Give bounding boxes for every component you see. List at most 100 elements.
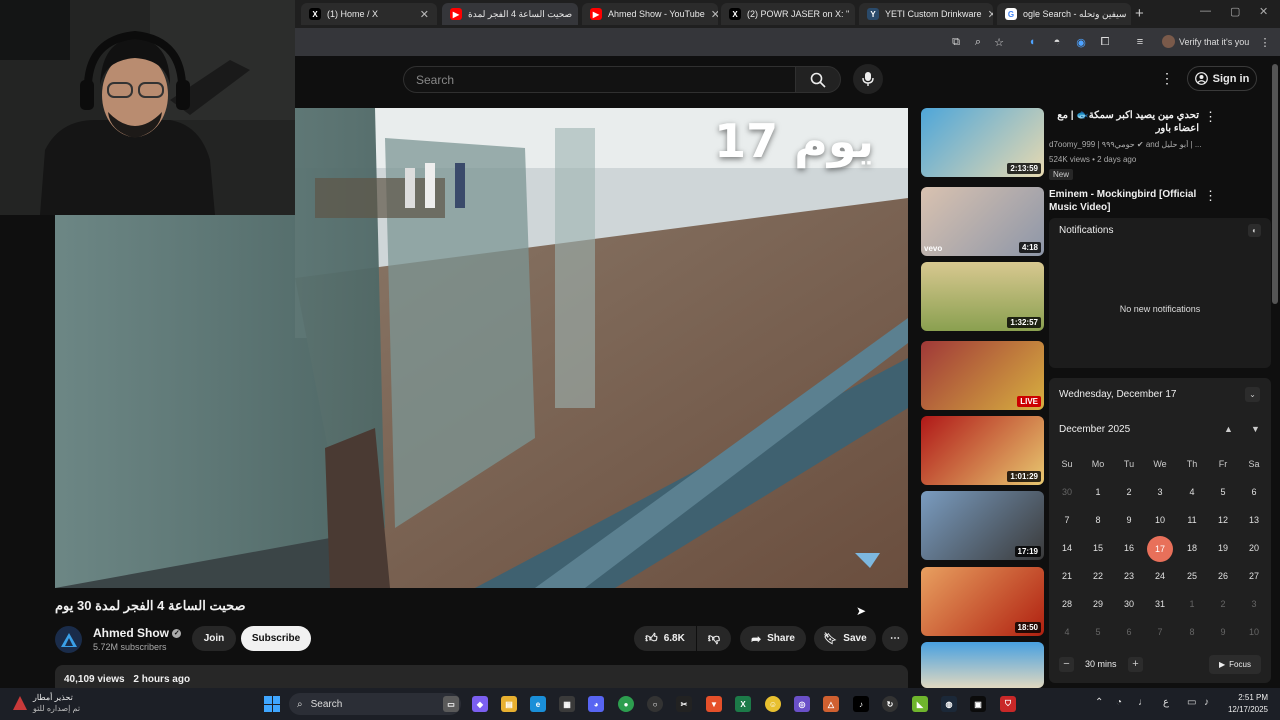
- calendar-day[interactable]: 13: [1240, 515, 1268, 525]
- page-scrollbar[interactable]: [1272, 64, 1278, 304]
- like-button[interactable]: 👍︎ 6.8K: [634, 626, 696, 651]
- calendar-day[interactable]: 10: [1146, 515, 1174, 525]
- profile-verify-label[interactable]: Verify that it's you: [1179, 37, 1249, 47]
- minimize-icon[interactable]: —: [1200, 5, 1211, 17]
- tray-app-icon[interactable]: ◔: [1116, 697, 1122, 708]
- profile-avatar[interactable]: [1162, 35, 1175, 48]
- microphone-icon[interactable]: ♩: [1138, 697, 1148, 708]
- increase-focus-button[interactable]: +: [1128, 657, 1143, 672]
- extension-icon[interactable]: ◖: [1024, 34, 1040, 50]
- excel-icon[interactable]: X: [735, 696, 751, 712]
- calendar-day[interactable]: 27: [1240, 571, 1268, 581]
- file-explorer-icon[interactable]: ▤: [501, 696, 517, 712]
- zoom-icon[interactable]: ⌕: [970, 34, 986, 50]
- calendar-day[interactable]: 10: [1240, 627, 1268, 637]
- calendar-day[interactable]: 11: [1178, 515, 1206, 525]
- calendar-day[interactable]: 26: [1209, 571, 1237, 581]
- steam-icon[interactable]: ◍: [941, 696, 957, 712]
- calendar-day[interactable]: 9: [1209, 627, 1237, 637]
- calendar-day[interactable]: 24: [1146, 571, 1174, 581]
- close-tab-icon[interactable]: ✕: [572, 8, 578, 21]
- taskbar-time[interactable]: 2:51 PM: [1222, 693, 1268, 702]
- calendar-day[interactable]: 19: [1209, 543, 1237, 553]
- calendar-day[interactable]: 3: [1240, 599, 1268, 609]
- show-hidden-icons-icon[interactable]: ⌃: [1095, 697, 1103, 708]
- microsoft-store-icon[interactable]: ▦: [559, 696, 575, 712]
- epic-games-icon[interactable]: ▣: [970, 696, 986, 712]
- copilot-icon[interactable]: ◆: [472, 696, 488, 712]
- next-month-icon[interactable]: ▼: [1251, 424, 1260, 434]
- calendar-day[interactable]: 15: [1084, 543, 1112, 553]
- focus-button[interactable]: ▶ Focus: [1209, 655, 1261, 674]
- calendar-day[interactable]: 20: [1240, 543, 1268, 553]
- rec-thumbnail[interactable]: vevo 4:18: [921, 187, 1044, 256]
- tab-yeti[interactable]: Y YETI Custom Drinkware ✕: [859, 3, 993, 25]
- rec-thumbnail[interactable]: 1:01:29: [921, 416, 1044, 485]
- taskbar-search-box[interactable]: ⌕ Search: [289, 693, 461, 715]
- settings-menu-icon[interactable]: ⋮: [1160, 70, 1174, 87]
- tab-google-search[interactable]: G ogle Search - سيفين وتحله ✕: [997, 3, 1131, 25]
- volume-icon[interactable]: ♪: [1204, 697, 1209, 708]
- network-icon[interactable]: ▭: [1187, 697, 1196, 708]
- vlc-icon[interactable]: △: [823, 696, 839, 712]
- weather-warning-icon[interactable]: [13, 696, 27, 710]
- previous-month-icon[interactable]: ▲: [1224, 424, 1233, 434]
- calendar-day[interactable]: 22: [1084, 571, 1112, 581]
- search-input[interactable]: Search: [403, 66, 795, 93]
- media-control-icon[interactable]: ≡: [1132, 34, 1148, 50]
- close-tab-icon[interactable]: ✕: [414, 8, 429, 21]
- close-tab-icon[interactable]: ✕: [705, 8, 718, 21]
- rec-menu-icon[interactable]: ⋮: [1204, 109, 1217, 125]
- search-button[interactable]: [795, 66, 841, 93]
- subscribe-button[interactable]: Subscribe: [241, 626, 311, 651]
- shield-app-icon[interactable]: ⛉: [1000, 696, 1016, 712]
- close-tab-icon[interactable]: ✕: [849, 8, 855, 21]
- extension-icon[interactable]: ◉: [1073, 34, 1089, 50]
- obs-icon[interactable]: ○: [647, 696, 663, 712]
- voice-search-button[interactable]: [853, 64, 883, 94]
- share-button[interactable]: ➦ Share: [740, 626, 806, 651]
- close-tab-icon[interactable]: ✕: [982, 8, 993, 21]
- rec-title[interactable]: تحدي مين يصيد اكبر سمكة🐟 | مع اعضاء باور: [1049, 109, 1199, 135]
- collapse-chevron-icon[interactable]: ⌄: [1245, 387, 1260, 402]
- chrome-icon[interactable]: ●: [618, 696, 634, 712]
- start-button-windows-icon[interactable]: [264, 696, 280, 712]
- tab-x-home[interactable]: X (1) Home / X ✕: [301, 3, 437, 25]
- discord-icon[interactable]: ◕: [588, 696, 604, 712]
- join-button[interactable]: Join: [192, 626, 236, 651]
- channel-name[interactable]: Ahmed Show ✓: [93, 626, 182, 640]
- calendar-day[interactable]: 8: [1178, 627, 1206, 637]
- keyboard-language-indicator[interactable]: ع: [1163, 697, 1169, 708]
- calendar-day[interactable]: 2: [1209, 599, 1237, 609]
- extensions-puzzle-icon[interactable]: ⧠: [1097, 34, 1113, 50]
- streaming-app-icon[interactable]: ◎: [794, 696, 810, 712]
- nvidia-icon[interactable]: ◣: [912, 696, 928, 712]
- calendar-day[interactable]: 7: [1146, 627, 1174, 637]
- calendar-day[interactable]: 14: [1053, 543, 1081, 553]
- install-app-icon[interactable]: ⧉: [948, 34, 964, 50]
- rec-thumbnail[interactable]: [921, 642, 1044, 688]
- close-tab-icon[interactable]: ✕: [1126, 8, 1131, 21]
- calendar-day[interactable]: 4: [1178, 487, 1206, 497]
- task-view-icon[interactable]: ▭: [443, 696, 459, 712]
- rec-thumbnail[interactable]: 2:13:59: [921, 108, 1044, 177]
- brave-browser-icon[interactable]: ▼: [706, 696, 722, 712]
- rec-title[interactable]: Eminem - Mockingbird [Official Music Vid…: [1049, 188, 1199, 214]
- calendar-day[interactable]: 7: [1053, 515, 1081, 525]
- more-actions-button[interactable]: ⋯: [882, 626, 908, 651]
- calendar-day[interactable]: 18: [1178, 543, 1206, 553]
- capcut-icon[interactable]: ✂: [676, 696, 692, 712]
- calendar-day[interactable]: 5: [1209, 487, 1237, 497]
- calendar-month-label[interactable]: December 2025: [1059, 424, 1130, 435]
- taskbar-date[interactable]: 12/17/2025: [1212, 705, 1268, 714]
- calendar-day[interactable]: 2: [1115, 487, 1143, 497]
- rec-menu-icon[interactable]: ⋮: [1204, 188, 1217, 204]
- rec-thumbnail[interactable]: 18:50: [921, 567, 1044, 636]
- browser-menu-icon[interactable]: ⋮: [1257, 34, 1273, 50]
- selected-calendar-day[interactable]: 17: [1147, 536, 1173, 562]
- rec-thumbnail[interactable]: 1:32:57: [921, 262, 1044, 331]
- tab-current-video[interactable]: ▶ صحيت الساعة 4 الفجر لمدة ✕: [442, 3, 578, 25]
- weather-alert-title[interactable]: تحذير أمطار: [33, 693, 73, 702]
- calendar-day[interactable]: 4: [1053, 627, 1081, 637]
- calendar-day[interactable]: 21: [1053, 571, 1081, 581]
